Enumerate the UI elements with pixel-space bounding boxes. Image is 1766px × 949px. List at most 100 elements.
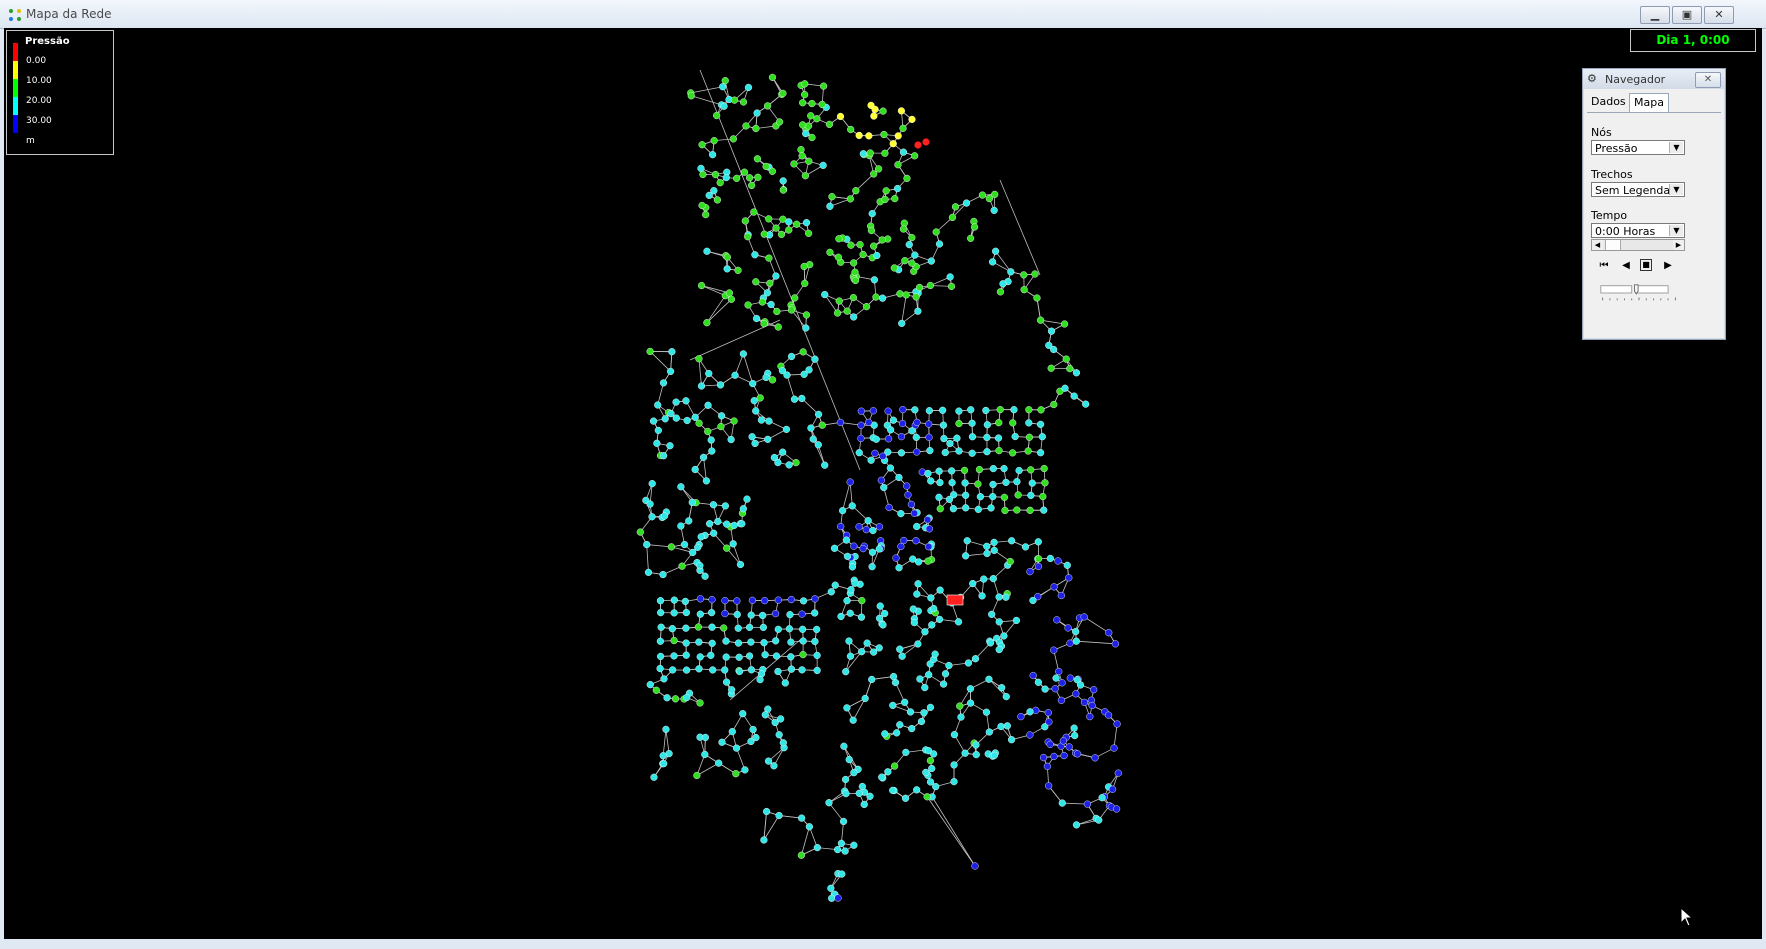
junction-node[interactable] [760, 836, 768, 844]
junction-node[interactable] [1070, 392, 1078, 400]
junction-node[interactable] [878, 773, 886, 781]
junction-node[interactable] [896, 645, 904, 653]
junction-node[interactable] [931, 650, 939, 658]
junction-node[interactable] [1029, 671, 1037, 680]
junction-node[interactable] [861, 694, 869, 703]
junction-node[interactable] [1071, 731, 1079, 740]
junction-node[interactable] [894, 161, 902, 169]
junction-node[interactable] [739, 710, 747, 718]
junction-node[interactable] [827, 588, 835, 596]
junction-node[interactable] [858, 782, 866, 791]
junction-node[interactable] [946, 439, 954, 448]
junction-node[interactable] [821, 290, 829, 299]
junction-node[interactable] [732, 770, 740, 778]
junction-node[interactable] [1026, 568, 1034, 576]
junction-node[interactable] [1066, 674, 1074, 682]
junction-node[interactable] [774, 323, 782, 331]
junction-node[interactable] [722, 653, 730, 661]
junction-node[interactable] [654, 426, 662, 435]
junction-node[interactable] [727, 435, 735, 444]
junction-node[interactable] [1025, 433, 1034, 441]
junction-node[interactable] [734, 266, 742, 274]
links-select[interactable]: Sem Legenda ▼ [1591, 182, 1685, 197]
junction-node[interactable] [1050, 345, 1058, 354]
junction-node[interactable] [707, 436, 715, 444]
junction-node[interactable] [875, 165, 883, 173]
junction-node[interactable] [936, 586, 944, 594]
junction-node[interactable] [708, 609, 716, 617]
junction-node[interactable] [926, 446, 934, 455]
junction-node[interactable] [1108, 785, 1117, 793]
junction-node[interactable] [1091, 754, 1099, 762]
junction-node[interactable] [720, 102, 728, 110]
junction-node[interactable] [880, 483, 888, 492]
junction-node[interactable] [995, 447, 1003, 455]
junction-node[interactable] [1050, 400, 1058, 409]
junction-node[interactable] [710, 137, 718, 145]
junction-node[interactable] [746, 174, 754, 182]
junction-node[interactable] [877, 476, 885, 484]
junction-node[interactable] [1046, 740, 1054, 748]
junction-node[interactable] [716, 179, 724, 187]
junction-node[interactable] [1009, 419, 1017, 427]
junction-node[interactable] [866, 792, 874, 800]
junction-node[interactable] [808, 133, 816, 142]
junction-node[interactable] [792, 459, 800, 467]
junction-node[interactable] [983, 433, 991, 442]
junction-node[interactable] [762, 373, 770, 382]
junction-node[interactable] [955, 447, 963, 455]
junction-node[interactable] [924, 557, 932, 565]
junction-node[interactable] [850, 769, 858, 777]
junction-node[interactable] [847, 586, 855, 594]
junction-node[interactable] [772, 272, 780, 280]
junction-node[interactable] [851, 579, 859, 587]
junction-node[interactable] [843, 704, 851, 712]
chevron-down-icon[interactable]: ▼ [1669, 225, 1683, 236]
junction-node[interactable] [1051, 685, 1059, 693]
junction-node[interactable] [879, 452, 887, 460]
junction-node[interactable] [962, 504, 970, 512]
junction-node[interactable] [1002, 693, 1010, 701]
junction-node[interactable] [835, 297, 843, 305]
junction-node[interactable] [702, 477, 711, 485]
stop-icon[interactable]: ■ [1640, 259, 1652, 271]
junction-node[interactable] [683, 693, 691, 702]
junction-node[interactable] [721, 666, 729, 674]
junction-node[interactable] [765, 254, 773, 262]
junction-node[interactable] [868, 563, 876, 571]
junction-node[interactable] [901, 257, 909, 265]
junction-node[interactable] [1012, 616, 1021, 625]
junction-node[interactable] [903, 482, 911, 490]
junction-node[interactable] [1080, 613, 1088, 621]
junction-node[interactable] [1011, 432, 1019, 441]
junction-node[interactable] [875, 644, 883, 652]
junction-node[interactable] [708, 151, 717, 159]
junction-node[interactable] [926, 756, 935, 765]
junction-node[interactable] [909, 605, 917, 613]
junction-node[interactable] [872, 293, 880, 301]
junction-node[interactable] [695, 419, 703, 427]
junction-node[interactable] [948, 479, 956, 487]
junction-node[interactable] [1080, 698, 1089, 706]
junction-node[interactable] [748, 181, 756, 190]
junction-node[interactable] [760, 230, 768, 238]
junction-node[interactable] [663, 694, 671, 702]
junction-node[interactable] [672, 398, 680, 406]
junction-node[interactable] [787, 653, 795, 661]
junction-node[interactable] [1065, 743, 1073, 751]
junction-node[interactable] [1010, 406, 1018, 414]
junction-node[interactable] [774, 625, 782, 633]
junction-node[interactable] [898, 419, 907, 428]
junction-node[interactable] [878, 236, 886, 244]
junction-node[interactable] [935, 615, 944, 623]
junction-node[interactable] [923, 516, 932, 524]
junction-node[interactable] [962, 491, 970, 499]
junction-node[interactable] [770, 762, 778, 770]
junction-node[interactable] [752, 278, 760, 286]
junction-node[interactable] [983, 542, 991, 550]
junction-node[interactable] [989, 465, 997, 473]
junction-node[interactable] [964, 659, 973, 667]
junction-node[interactable] [1025, 419, 1033, 427]
junction-node[interactable] [1072, 637, 1080, 645]
junction-node[interactable] [765, 417, 773, 425]
